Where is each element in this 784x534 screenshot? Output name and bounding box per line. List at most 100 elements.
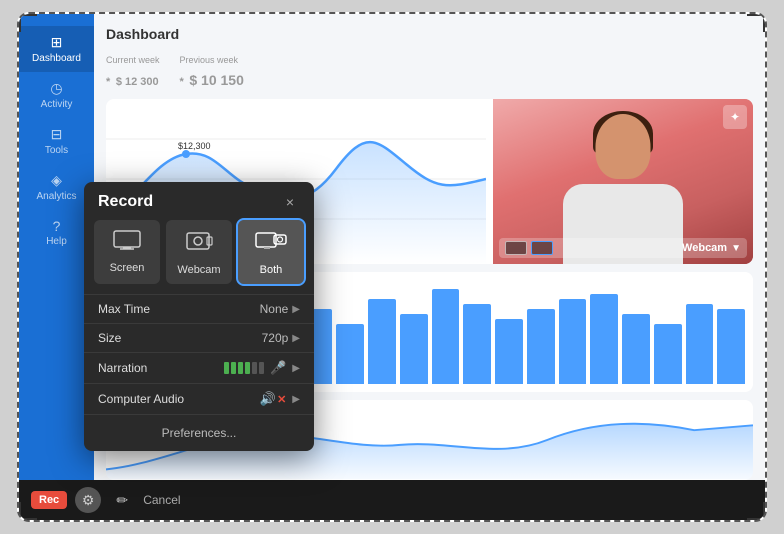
narration-level-bar: [224, 362, 264, 374]
svg-text:$12,300: $12,300: [178, 141, 211, 151]
current-week-label: Current week: [106, 55, 160, 65]
bar: [495, 319, 523, 384]
webcam-toolbar-left: [505, 241, 553, 255]
bar: [400, 314, 428, 384]
page-title: Dashboard: [106, 26, 753, 42]
computer-audio-label: Computer Audio: [98, 392, 260, 406]
webcam-thumb-1[interactable]: [505, 241, 527, 255]
narration-row: Narration 🎤 ▶: [84, 352, 314, 383]
tools-icon: ⊟: [51, 126, 63, 143]
bar: [622, 314, 650, 384]
webcam-label: Webcam: [682, 242, 727, 254]
sidebar-item-tools-label: Tools: [45, 145, 68, 156]
bar: [368, 299, 396, 384]
dashboard-icon: ⊞: [51, 34, 63, 51]
mode-row: Screen Webcam: [84, 220, 314, 294]
max-time-arrow[interactable]: ▶: [292, 304, 300, 315]
size-row: Size 720p ▶: [84, 323, 314, 352]
close-button[interactable]: ×: [280, 192, 300, 212]
cancel-button[interactable]: Cancel: [143, 493, 180, 507]
max-time-label: Max Time: [98, 302, 260, 316]
sidebar-item-help[interactable]: ? Help: [19, 210, 94, 255]
corner-br: [747, 502, 767, 522]
webcam-mode-button[interactable]: Webcam: [166, 220, 232, 284]
person-head: [596, 114, 651, 179]
bottom-toolbar: Rec ⚙ ✏ Cancel: [19, 480, 765, 520]
activity-icon: ◷: [50, 80, 62, 97]
corner-tl: [17, 12, 37, 32]
level-seg-4: [245, 362, 250, 374]
bar: [686, 304, 714, 384]
narration-arrow[interactable]: ▶: [292, 363, 300, 374]
webcam-toolbar: Webcam ▼: [499, 238, 747, 258]
analytics-icon: ◈: [51, 172, 62, 189]
current-prefix: *: [106, 76, 110, 88]
screen-mode-button[interactable]: Screen: [94, 220, 160, 284]
webcam-thumb-2[interactable]: [531, 241, 553, 255]
speaker-icon: 🔊: [260, 391, 276, 407]
screen-mode-label: Screen: [110, 262, 145, 274]
prev-week-label: Previous week: [180, 55, 239, 65]
both-mode-label: Both: [260, 264, 283, 276]
webcam-dropdown-arrow[interactable]: ▼: [731, 243, 741, 254]
current-amount: $ 12 300: [116, 76, 159, 88]
bar: [432, 289, 460, 384]
computer-audio-arrow[interactable]: ▶: [292, 394, 300, 405]
gear-button[interactable]: ⚙: [75, 487, 101, 513]
corner-tr: [747, 12, 767, 32]
sidebar-item-tools[interactable]: ⊟ Tools: [19, 118, 94, 164]
pencil-button[interactable]: ✏: [109, 487, 135, 513]
help-icon: ?: [53, 218, 61, 234]
max-time-row: Max Time None ▶: [84, 294, 314, 323]
audio-muted-indicator: 🔊 ✕: [260, 391, 286, 407]
corner-bl: [17, 502, 37, 522]
level-seg-6: [259, 362, 264, 374]
record-header: Record ×: [84, 182, 314, 220]
sidebar: ⊞ Dashboard ◷ Activity ⊟ Tools ◈ Analyti…: [19, 14, 94, 480]
stats-row: Current week * $ 12 300 Previous week * …: [106, 50, 753, 91]
record-panel: Record × Screen: [84, 182, 314, 451]
preferences-row[interactable]: Preferences...: [84, 414, 314, 451]
muted-x: ✕: [277, 393, 286, 406]
bar: [717, 309, 745, 384]
record-title: Record: [98, 193, 153, 211]
bar: [559, 299, 587, 384]
screen-mode-icon: [113, 230, 141, 256]
computer-audio-row: Computer Audio 🔊 ✕ ▶: [84, 383, 314, 414]
bar: [590, 294, 618, 384]
both-mode-icon: [255, 230, 287, 258]
webcam-mode-icon: [185, 230, 213, 258]
sidebar-item-analytics[interactable]: ◈ Analytics: [19, 164, 94, 210]
size-label: Size: [98, 331, 262, 345]
sidebar-item-analytics-label: Analytics: [36, 191, 76, 202]
prev-amount: $ 10 150: [189, 72, 244, 88]
preferences-label: Preferences...: [162, 426, 237, 440]
sidebar-item-activity[interactable]: ◷ Activity: [19, 72, 94, 118]
level-seg-1: [224, 362, 229, 374]
sidebar-item-dashboard-label: Dashboard: [32, 53, 81, 64]
prev-week-stat: Previous week * $ 10 150: [180, 50, 244, 91]
level-seg-3: [238, 362, 243, 374]
sidebar-item-help-label: Help: [46, 236, 67, 247]
size-arrow[interactable]: ▶: [292, 333, 300, 344]
current-week-stat: Current week * $ 12 300: [106, 50, 160, 91]
level-seg-5: [252, 362, 257, 374]
max-time-value: None: [260, 302, 289, 316]
prev-prefix: *: [180, 76, 184, 88]
prev-week-value: * $ 10 150: [180, 68, 244, 91]
main-frame: ⊞ Dashboard ◷ Activity ⊟ Tools ◈ Analyti…: [17, 12, 767, 522]
webcam-mode-label: Webcam: [177, 264, 220, 276]
sidebar-item-dashboard[interactable]: ⊞ Dashboard: [19, 26, 94, 72]
bar: [463, 304, 491, 384]
bar: [527, 309, 555, 384]
current-week-value: * $ 12 300: [106, 68, 160, 91]
both-mode-button[interactable]: Both: [238, 220, 304, 284]
narration-label: Narration: [98, 361, 224, 375]
level-seg-2: [231, 362, 236, 374]
webcam-preview: ✦ Webcam ▼: [493, 99, 753, 264]
size-value: 720p: [262, 331, 289, 345]
bar: [336, 324, 364, 384]
bar: [654, 324, 682, 384]
wand-button[interactable]: ✦: [723, 105, 747, 129]
sidebar-item-activity-label: Activity: [41, 99, 73, 110]
